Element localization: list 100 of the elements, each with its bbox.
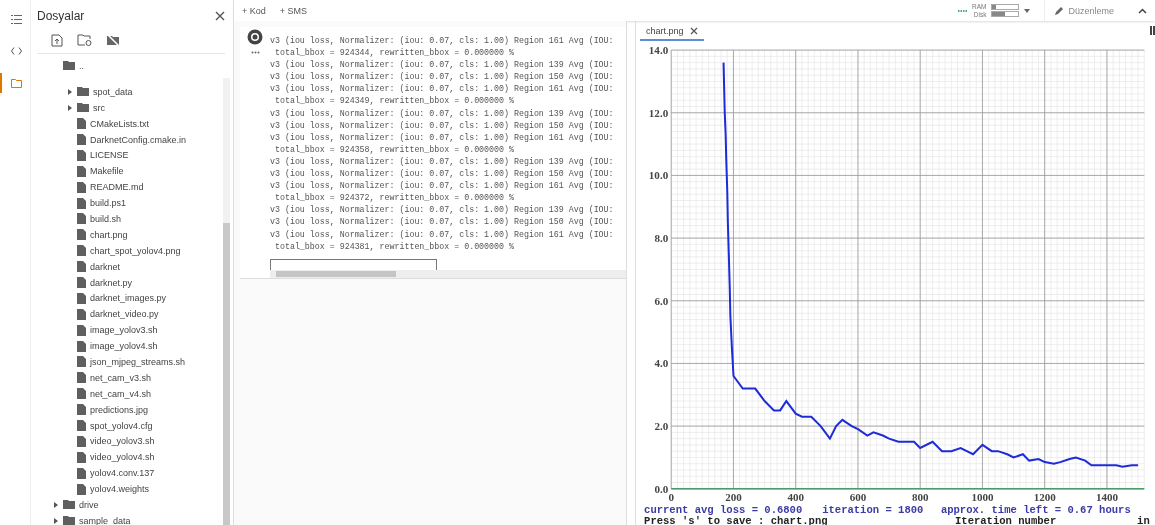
file-name[interactable]: chart.png [90, 229, 128, 240]
caret-right-icon[interactable] [66, 104, 72, 111]
axis-title: Iteration number [955, 515, 1057, 525]
file-tab[interactable]: chart.png [640, 26, 704, 41]
file-name[interactable]: darknet_video.py [90, 309, 159, 320]
file-name[interactable]: README.md [90, 182, 144, 193]
folder-name[interactable]: src [93, 102, 105, 113]
menu-icon[interactable] [10, 14, 22, 24]
split-icon[interactable] [1150, 26, 1155, 35]
axis-tick-label: 200 [725, 490, 742, 503]
folder-up-icon[interactable] [63, 61, 75, 71]
output-line: v3 (iou loss, Normalizer: (iou: 0.07, cls: 1.00) Region 150 Avg (IOU: [270, 216, 615, 229]
file-icon [77, 356, 86, 368]
file-icon [77, 149, 86, 161]
file-name[interactable]: Makefile [90, 166, 124, 177]
caret-down-icon[interactable] [1024, 8, 1031, 13]
edit-button[interactable]: Düzenleme [1044, 0, 1124, 21]
collapse-icon[interactable] [1138, 7, 1147, 14]
file-name[interactable]: image_yolov4.sh [90, 341, 158, 352]
axis-tick-label: 8.0 [654, 232, 669, 245]
file-icon [77, 181, 86, 193]
status-text: current avg loss = 0.6800 [644, 503, 803, 516]
output-line: total_bbox = 924349, rewritten_bbox = 0.000000 % [273, 95, 515, 108]
axis-title: in [1137, 515, 1150, 525]
file-icon [77, 229, 86, 241]
folder-icon [77, 103, 89, 113]
close-icon[interactable] [689, 27, 698, 35]
axis-tick-label: 12.0 [648, 106, 669, 119]
axis-tick-label: 0.0 [654, 482, 669, 495]
file-icon [77, 118, 86, 130]
folder-name[interactable]: spot_data [93, 86, 133, 97]
file-name[interactable]: darknet.py [90, 277, 133, 288]
file-icon [77, 340, 86, 352]
output-line: total_bbox = 924358, rewritten_bbox = 0.000000 % [273, 143, 515, 156]
file-name[interactable]: darknet [90, 261, 121, 272]
scrollbar-thumb[interactable] [223, 223, 230, 525]
file-name[interactable]: DarknetConfig.cmake.in [90, 134, 187, 145]
stop-icon[interactable] [247, 29, 263, 45]
file-name[interactable]: yolov4.conv.137 [90, 468, 155, 479]
file-name[interactable]: spot_yolov4.cfg [90, 420, 153, 431]
file-icon [77, 213, 86, 225]
parent-folder-name[interactable]: .. [79, 60, 84, 71]
file-name[interactable]: net_cam_v3.sh [90, 372, 152, 383]
file-icon [77, 245, 86, 257]
code-icon[interactable] [10, 47, 22, 55]
output-line: v3 (iou loss, Normalizer: (iou: 0.07, cls: 1.00) Region 139 Avg (IOU: [270, 107, 615, 120]
folder-name[interactable]: drive [79, 500, 99, 510]
folder-icon [63, 516, 75, 525]
connected-icon [958, 9, 967, 12]
folder-refresh-icon[interactable] [77, 34, 92, 46]
folder-off-icon[interactable] [106, 34, 120, 46]
file-name[interactable]: predictions.jpg [90, 404, 149, 415]
output-line: total_bbox = 924381, rewritten_bbox = 0.000000 % [273, 240, 515, 253]
output-line: v3 (iou loss, Normalizer: (iou: 0.07, cls: 1.00) Region 161 Avg (IOU: [270, 35, 615, 47]
output-line: v3 (iou loss, Normalizer: (iou: 0.07, cls: 1.00) Region 139 Avg (IOU: [270, 155, 615, 168]
file-name[interactable]: yolov4.weights [90, 484, 150, 495]
file-name[interactable]: net_cam_v4.sh [90, 388, 152, 399]
file-name[interactable]: CMakeLists.txt [90, 118, 149, 129]
file-name[interactable]: darknet_images.py [90, 293, 167, 304]
status-text: iteration = 1800 [822, 503, 924, 516]
file-name[interactable]: LICENSE [90, 150, 129, 161]
add-cell-button[interactable]: + Kod [242, 5, 266, 16]
file-icon [77, 197, 86, 209]
status-text: approx. time left = 0.67 hours [940, 503, 1131, 516]
output-line: v3 (iou loss, Normalizer: (iou: 0.07, cls: 1.00) Region 150 Avg (IOU: [270, 71, 615, 84]
axis-tick-label: 14.0 [648, 44, 669, 57]
folder-name[interactable]: sample_data [79, 515, 131, 525]
file-icon [77, 134, 86, 145]
axis-tick-label: 2.0 [654, 420, 669, 433]
axis-tick-label: 1400 [1095, 490, 1118, 503]
output-line: v3 (iou loss, Normalizer: (iou: 0.07, cls: 1.00) Region 139 Avg (IOU: [270, 204, 615, 217]
add-cell-button[interactable]: + SMS [279, 5, 308, 16]
file-name[interactable]: video_yolov3.sh [90, 436, 155, 447]
axis-tick-label: 10.0 [648, 169, 669, 182]
file-icon [77, 308, 86, 320]
folder-icon[interactable] [10, 78, 22, 88]
file-icon [77, 372, 86, 384]
axis-tick-label: 0 [668, 490, 674, 503]
caret-right-icon[interactable] [52, 502, 58, 508]
close-icon[interactable] [215, 11, 225, 21]
caret-right-icon[interactable] [52, 517, 58, 524]
axis-tick-label: 6.0 [654, 294, 669, 307]
pencil-icon [1055, 6, 1065, 15]
axis-tick-label: 1200 [1033, 490, 1056, 503]
file-name[interactable]: build.sh [90, 213, 122, 224]
file-icon [77, 467, 86, 479]
scrollbar-thumb[interactable] [276, 270, 396, 277]
file-name[interactable]: image_yolov3.sh [90, 325, 158, 336]
folder-icon [63, 500, 75, 510]
output-line: v3 (iou loss, Normalizer: (iou: 0.07, cls: 1.00) Region 161 Avg (IOU: [270, 180, 615, 193]
file-icon [77, 435, 86, 447]
caret-right-icon[interactable] [66, 88, 72, 95]
file-name[interactable]: json_mjpeg_streams.sh [90, 356, 186, 367]
axis-tick-label: 600 [849, 490, 867, 503]
file-name[interactable]: video_yolov4.sh [90, 452, 155, 463]
file-upload-icon[interactable] [51, 34, 63, 47]
file-name[interactable]: build.ps1 [90, 198, 127, 209]
more-icon[interactable] [250, 51, 260, 54]
file-name[interactable]: chart_spot_yolov4.png [90, 245, 181, 256]
folder-icon [77, 87, 89, 97]
